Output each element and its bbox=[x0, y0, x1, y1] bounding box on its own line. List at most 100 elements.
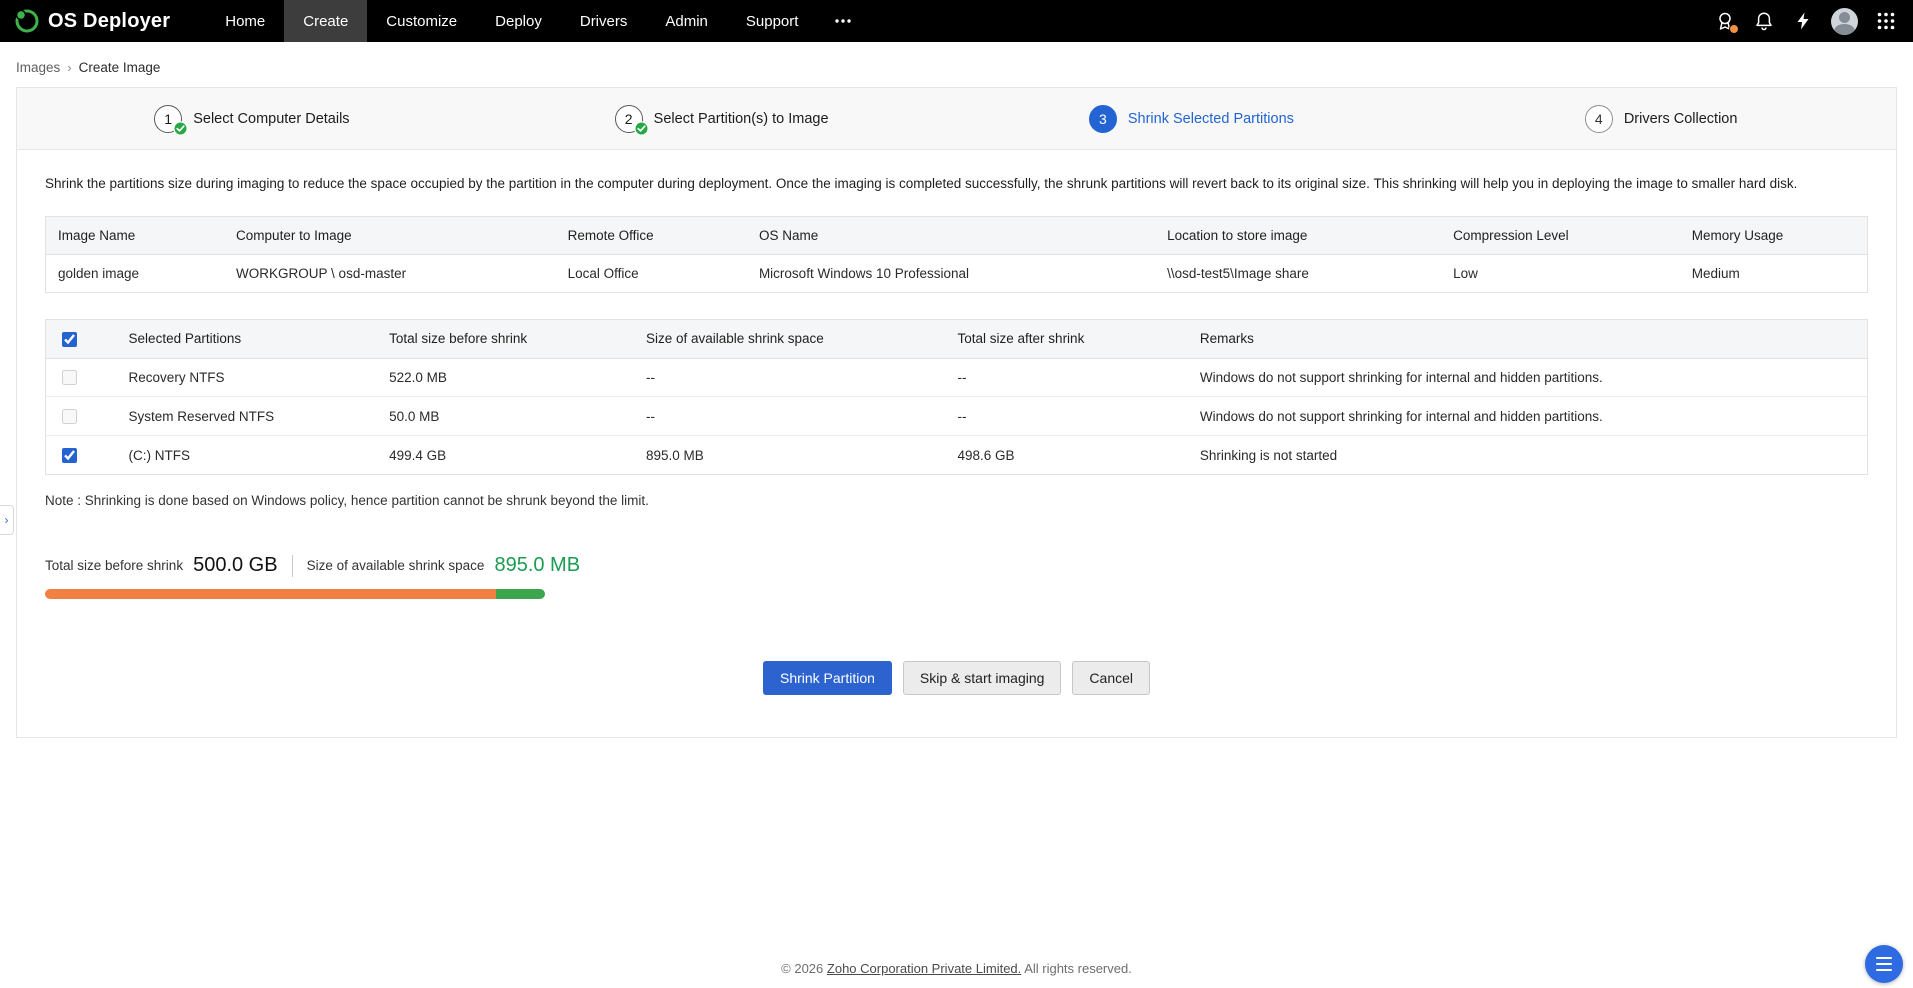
bar-used-segment bbox=[45, 589, 496, 599]
image-table-row: golden image WORKGROUP \ osd-master Loca… bbox=[46, 254, 1868, 292]
footer: © 2026 Zoho Corporation Private Limited.… bbox=[0, 961, 1913, 976]
image-summary-table: Image Name Computer to Image Remote Offi… bbox=[45, 216, 1868, 293]
app-title: OS Deployer bbox=[48, 10, 170, 33]
step-3-indicator: 3 bbox=[1089, 105, 1117, 133]
cell-partition-name: (C:) NTFS bbox=[117, 436, 378, 475]
available-shrink-space-value: 895.0 MB bbox=[494, 554, 580, 577]
chevron-right-icon: › bbox=[5, 513, 9, 527]
nav-drivers[interactable]: Drivers bbox=[561, 0, 647, 42]
step-complete-check-icon bbox=[634, 121, 649, 136]
col-os-name: OS Name bbox=[747, 216, 1155, 254]
floating-menu-button[interactable] bbox=[1865, 945, 1903, 983]
cell-memory: Medium bbox=[1680, 254, 1868, 292]
copyright-prefix: © 2026 bbox=[781, 961, 823, 976]
cell-partition-name: System Reserved NTFS bbox=[117, 397, 378, 436]
partition-checkbox-system-reserved bbox=[62, 409, 77, 424]
cell-before-shrink: 50.0 MB bbox=[377, 397, 634, 436]
cell-remarks: Windows do not support shrinking for int… bbox=[1188, 358, 1868, 397]
size-summary: Total size before shrink 500.0 GB Size o… bbox=[45, 554, 1868, 577]
nav-customize[interactable]: Customize bbox=[367, 0, 476, 42]
main-nav: Home Create Customize Deploy Drivers Adm… bbox=[206, 0, 869, 42]
shrink-description: Shrink the partitions size during imagin… bbox=[17, 150, 1896, 212]
col-location: Location to store image bbox=[1155, 216, 1441, 254]
cell-available-space: -- bbox=[634, 397, 946, 436]
col-total-after-shrink: Total size after shrink bbox=[946, 319, 1188, 358]
app-logo[interactable]: OS Deployer bbox=[14, 0, 170, 42]
topbar-actions bbox=[1714, 0, 1913, 42]
step-shrink-partitions[interactable]: 3 Shrink Selected Partitions bbox=[957, 105, 1427, 133]
topbar: OS Deployer Home Create Customize Deploy… bbox=[0, 0, 1913, 42]
cancel-button[interactable]: Cancel bbox=[1072, 661, 1150, 695]
notification-dot bbox=[1729, 24, 1739, 34]
col-remarks: Remarks bbox=[1188, 319, 1868, 358]
partition-row-recovery: Recovery NTFS 522.0 MB -- -- Windows do … bbox=[46, 358, 1868, 397]
wizard-stepper: 1 Select Computer Details 2 Select Parti… bbox=[17, 88, 1896, 150]
summary-divider bbox=[292, 555, 293, 577]
partition-checkbox-c-drive[interactable] bbox=[62, 448, 77, 463]
partition-table: Selected Partitions Total size before sh… bbox=[45, 319, 1868, 476]
skip-start-imaging-button[interactable]: Skip & start imaging bbox=[903, 661, 1062, 695]
notifications-bell-icon[interactable] bbox=[1753, 10, 1775, 32]
sidebar-expand-toggle[interactable]: › bbox=[0, 505, 14, 535]
cell-available-space: 895.0 MB bbox=[634, 436, 946, 475]
col-memory-usage: Memory Usage bbox=[1680, 216, 1868, 254]
shrink-partition-button[interactable]: Shrink Partition bbox=[763, 661, 892, 695]
cell-computer: WORKGROUP \ osd-master bbox=[224, 254, 556, 292]
step-select-partitions[interactable]: 2 Select Partition(s) to Image bbox=[487, 105, 957, 133]
available-shrink-space-label: Size of available shrink space bbox=[307, 558, 485, 573]
col-computer-to-image: Computer to Image bbox=[224, 216, 556, 254]
cell-after-shrink: -- bbox=[946, 397, 1188, 436]
nav-more-button[interactable] bbox=[817, 0, 869, 42]
step-4-label: Drivers Collection bbox=[1624, 111, 1738, 127]
cell-os-name: Microsoft Windows 10 Professional bbox=[747, 254, 1155, 292]
step-drivers-collection: 4 Drivers Collection bbox=[1426, 105, 1896, 133]
col-selected-partitions: Selected Partitions bbox=[117, 319, 378, 358]
cell-after-shrink: -- bbox=[946, 358, 1188, 397]
step-select-computer-details[interactable]: 1 Select Computer Details bbox=[17, 105, 487, 133]
partition-checkbox-recovery bbox=[62, 370, 77, 385]
step-3-label: Shrink Selected Partitions bbox=[1128, 111, 1294, 127]
step-1-indicator: 1 bbox=[154, 105, 182, 133]
apps-grid-icon[interactable] bbox=[1875, 10, 1897, 32]
image-table-header-row: Image Name Computer to Image Remote Offi… bbox=[46, 216, 1868, 254]
os-deployer-logo-icon bbox=[14, 8, 40, 34]
cell-remote-office: Local Office bbox=[556, 254, 747, 292]
nav-support[interactable]: Support bbox=[727, 0, 818, 42]
action-buttons: Shrink Partition Skip & start imaging Ca… bbox=[17, 661, 1896, 695]
step-2-indicator: 2 bbox=[615, 105, 643, 133]
step-4-indicator: 4 bbox=[1585, 105, 1613, 133]
cell-before-shrink: 499.4 GB bbox=[377, 436, 634, 475]
col-image-name: Image Name bbox=[46, 216, 225, 254]
total-before-shrink-label: Total size before shrink bbox=[45, 558, 183, 573]
cell-remarks: Windows do not support shrinking for int… bbox=[1188, 397, 1868, 436]
shrink-policy-note: Note : Shrinking is done based on Window… bbox=[45, 493, 1868, 508]
cell-location: \\osd-test5\Image share bbox=[1155, 254, 1441, 292]
bar-available-segment bbox=[496, 589, 545, 599]
col-remote-office: Remote Office bbox=[556, 216, 747, 254]
breadcrumb: Images › Create Image bbox=[0, 42, 1913, 85]
cell-before-shrink: 522.0 MB bbox=[377, 358, 634, 397]
rewards-badge-icon[interactable] bbox=[1714, 10, 1736, 32]
cell-image-name: golden image bbox=[46, 254, 225, 292]
nav-deploy[interactable]: Deploy bbox=[476, 0, 561, 42]
breadcrumb-current: Create Image bbox=[79, 60, 161, 75]
nav-home[interactable]: Home bbox=[206, 0, 284, 42]
select-all-partitions-checkbox[interactable] bbox=[62, 332, 77, 347]
breadcrumb-images-link[interactable]: Images bbox=[16, 60, 60, 75]
breadcrumb-separator-icon: › bbox=[67, 60, 71, 75]
partition-row-system-reserved: System Reserved NTFS 50.0 MB -- -- Windo… bbox=[46, 397, 1868, 436]
col-total-before-shrink: Total size before shrink bbox=[377, 319, 634, 358]
nav-create[interactable]: Create bbox=[284, 0, 367, 42]
step-2-label: Select Partition(s) to Image bbox=[654, 111, 829, 127]
quick-actions-lightning-icon[interactable] bbox=[1792, 10, 1814, 32]
nav-admin[interactable]: Admin bbox=[646, 0, 727, 42]
cell-partition-name: Recovery NTFS bbox=[117, 358, 378, 397]
zoho-corporation-link[interactable]: Zoho Corporation Private Limited. bbox=[827, 961, 1021, 976]
col-available-shrink-space: Size of available shrink space bbox=[634, 319, 946, 358]
partition-table-header-row: Selected Partitions Total size before sh… bbox=[46, 319, 1868, 358]
total-before-shrink-value: 500.0 GB bbox=[193, 554, 278, 577]
step-1-label: Select Computer Details bbox=[193, 111, 349, 127]
user-avatar[interactable] bbox=[1831, 8, 1858, 35]
hamburger-icon bbox=[1876, 957, 1892, 959]
ellipsis-icon bbox=[833, 11, 853, 31]
